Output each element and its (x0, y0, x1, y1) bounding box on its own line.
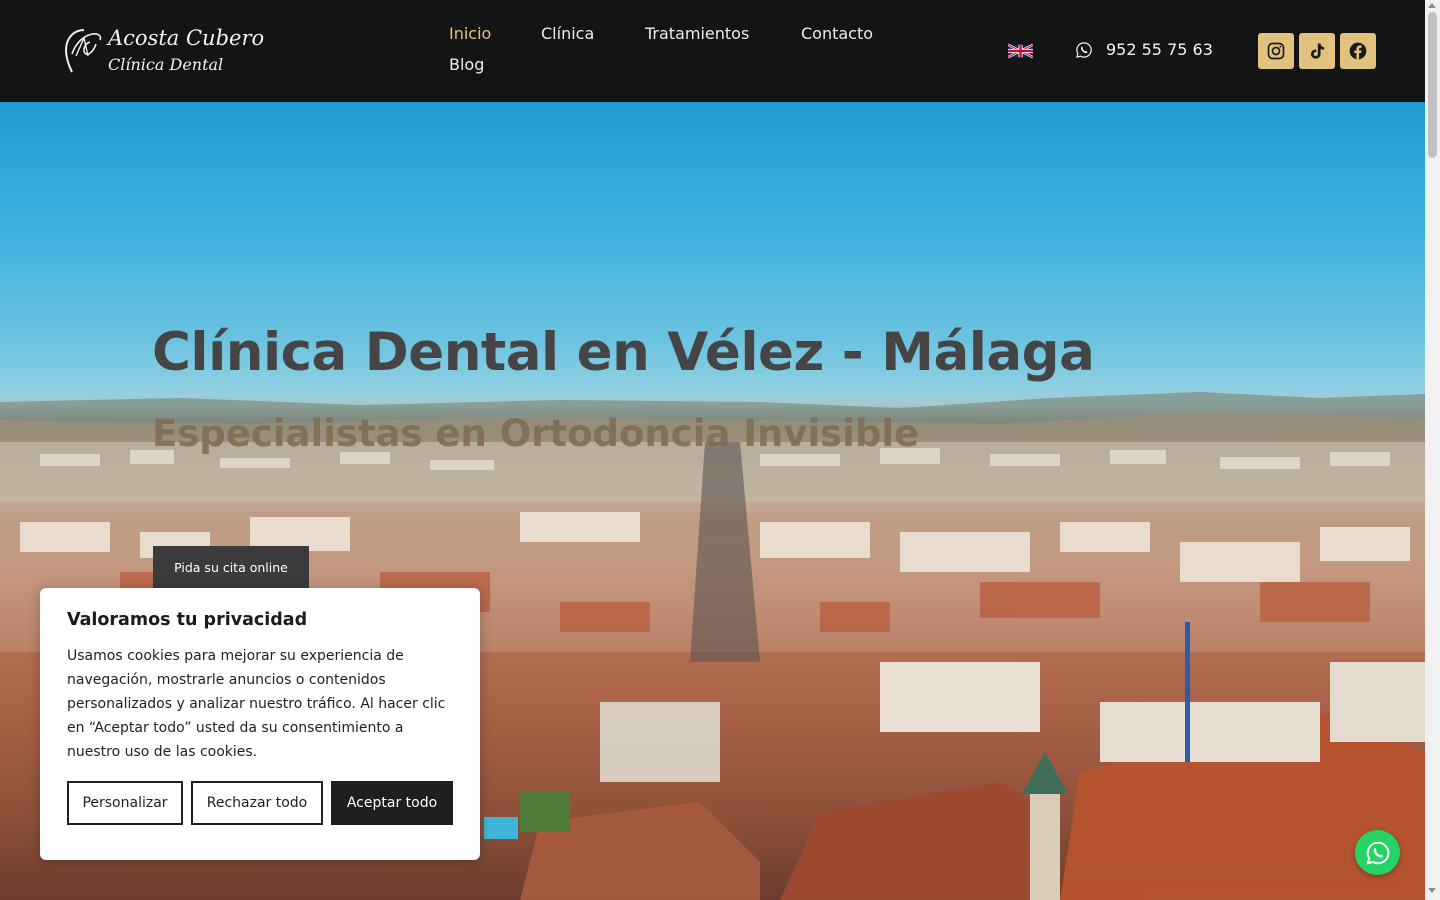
cookie-consent-banner: Valoramos tu privacidad Usamos cookies p… (40, 588, 480, 860)
brand-name: Acosta Cubero (108, 26, 265, 50)
ac-monogram-icon (64, 29, 102, 73)
cookie-title: Valoramos tu privacidad (67, 610, 308, 630)
accept-all-button[interactable]: Aceptar todo (331, 781, 453, 825)
nav-item-clinica[interactable]: Clínica (541, 24, 594, 43)
nav-item-inicio[interactable]: Inicio (449, 24, 491, 43)
book-appointment-button[interactable]: Pida su cita online (153, 546, 309, 588)
uk-flag-icon[interactable] (1008, 43, 1033, 59)
nav-item-blog[interactable]: Blog (449, 55, 484, 74)
hero-title: Clínica Dental en Vélez - Málaga (152, 322, 1095, 383)
instagram-icon (1267, 42, 1285, 60)
phone-number: 952 55 75 63 (1106, 40, 1213, 59)
instagram-button[interactable] (1258, 33, 1294, 69)
whatsapp-icon (1365, 841, 1389, 865)
whatsapp-chat-button[interactable] (1355, 830, 1400, 875)
nav-item-tratamientos[interactable]: Tratamientos (645, 24, 749, 43)
cookie-description: Usamos cookies para mejorar su experienc… (67, 648, 446, 760)
hero-subtitle: Especialistas en Ortodoncia Invisible (152, 412, 920, 455)
facebook-icon (1349, 42, 1367, 60)
reject-all-button[interactable]: Rechazar todo (191, 781, 323, 825)
phone-link[interactable]: 952 55 75 63 (1075, 40, 1213, 59)
page-scrollbar[interactable] (1425, 0, 1440, 900)
tiktok-button[interactable] (1299, 33, 1335, 69)
scrollbar-thumb[interactable] (1428, 12, 1437, 158)
brand-logo[interactable]: Acosta Cubero Clínica Dental (62, 24, 265, 78)
brand-subtitle: Clínica Dental (108, 55, 224, 74)
nav-item-contacto[interactable]: Contacto (801, 24, 873, 43)
scroll-down-arrow-icon[interactable] (1428, 888, 1436, 893)
tiktok-icon (1311, 43, 1325, 59)
customize-cookies-button[interactable]: Personalizar (67, 781, 183, 825)
facebook-button[interactable] (1340, 33, 1376, 69)
scroll-up-arrow-icon[interactable] (1428, 3, 1436, 8)
whatsapp-icon (1076, 41, 1092, 58)
site-header: Acosta Cubero Clínica Dental Inicio Clín… (0, 0, 1425, 102)
